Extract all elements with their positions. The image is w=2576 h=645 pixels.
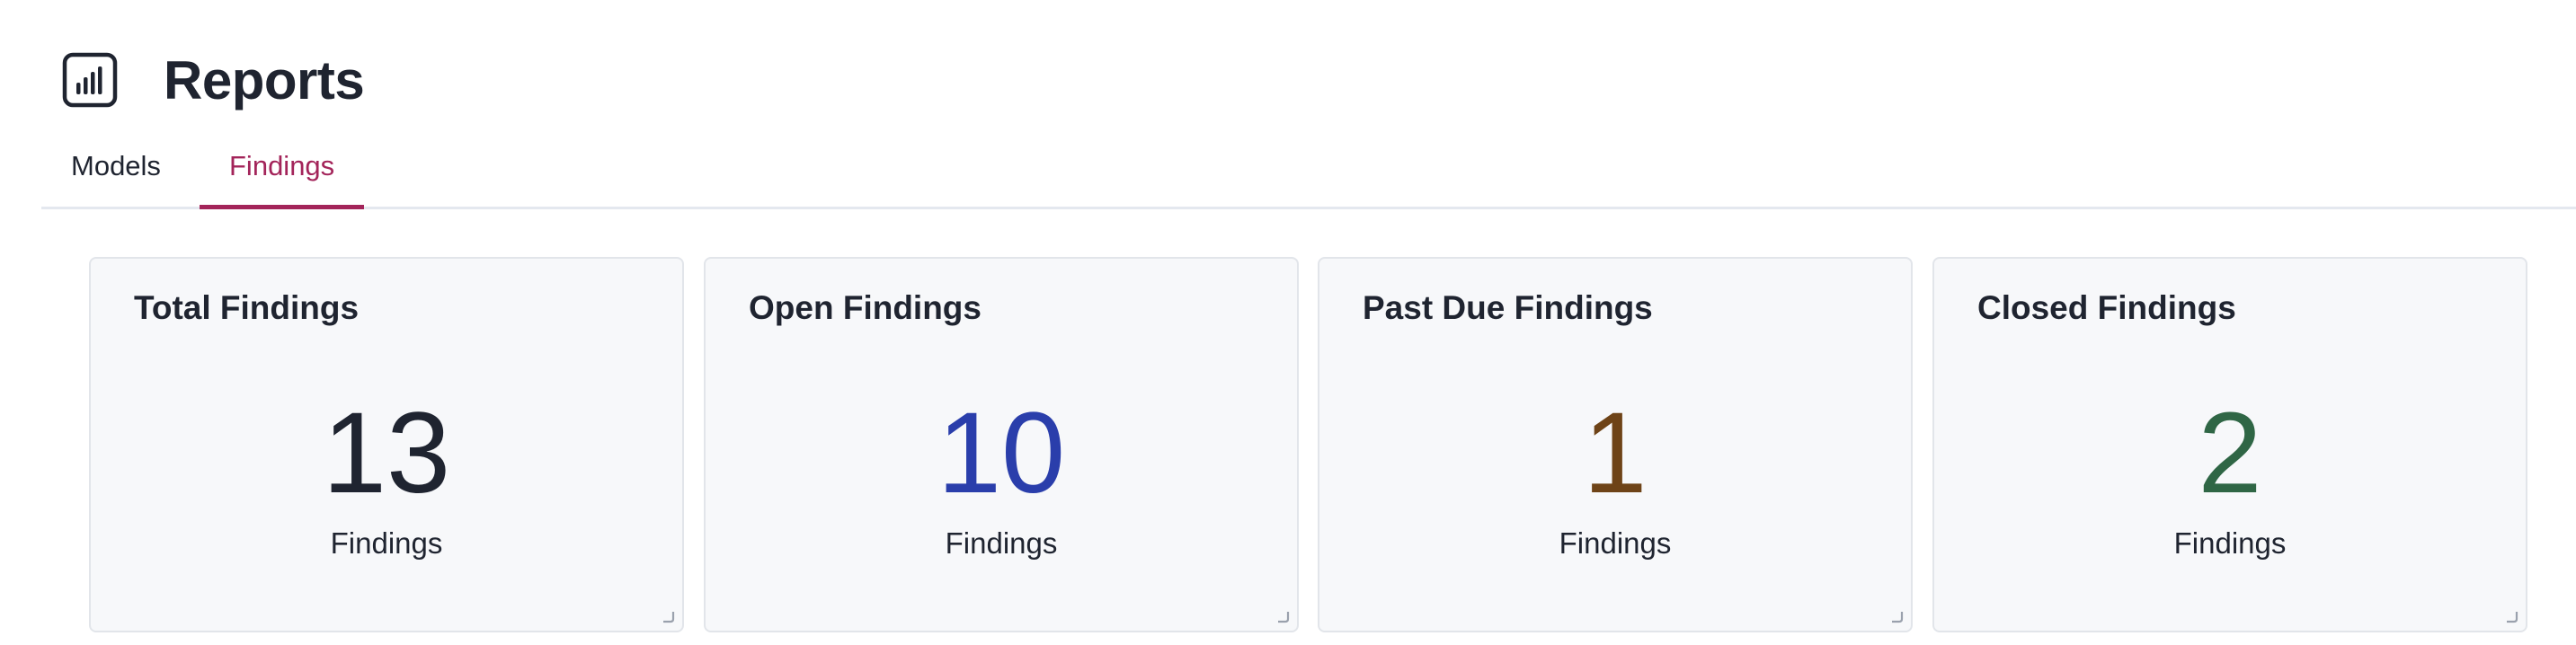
- card-title: Total Findings: [134, 289, 360, 326]
- card-unit: Findings: [2173, 526, 2287, 560]
- tab-models[interactable]: Models: [41, 144, 191, 207]
- card-unit: Findings: [330, 526, 443, 560]
- tab-bar: Models Findings: [41, 144, 2576, 209]
- card-unit: Findings: [945, 526, 1058, 560]
- resize-handle-icon[interactable]: [1275, 609, 1290, 623]
- resize-handle-icon[interactable]: [2504, 609, 2518, 623]
- total-findings-card: Total Findings 13 Findings: [89, 257, 684, 632]
- page-header: Reports: [61, 49, 365, 111]
- resize-handle-icon[interactable]: [661, 609, 675, 623]
- closed-findings-card: Closed Findings 2 Findings: [1932, 257, 2527, 632]
- tab-findings[interactable]: Findings: [200, 144, 365, 209]
- card-value: 10: [937, 389, 1066, 517]
- card-title: Open Findings: [749, 289, 982, 326]
- card-unit: Findings: [1559, 526, 1672, 560]
- page-title: Reports: [164, 49, 365, 110]
- past-due-findings-card: Past Due Findings 1 Findings: [1318, 257, 1913, 632]
- card-value: 1: [1583, 389, 1648, 517]
- card-title: Past Due Findings: [1363, 289, 1653, 326]
- bar-chart-icon: [61, 51, 119, 109]
- resize-handle-icon[interactable]: [1889, 609, 1904, 623]
- card-title: Closed Findings: [1977, 289, 2236, 326]
- card-value: 13: [322, 389, 451, 517]
- card-value: 2: [2198, 389, 2262, 517]
- open-findings-card: Open Findings 10 Findings: [704, 257, 1299, 632]
